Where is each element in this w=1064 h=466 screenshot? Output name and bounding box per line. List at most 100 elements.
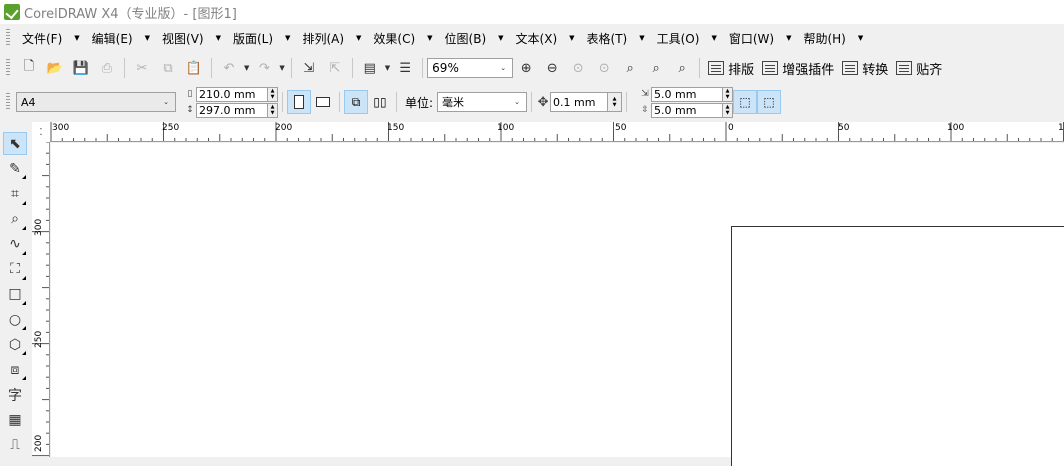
menu-text[interactable]: 文本(X) ▼ [510,27,581,49]
draw-bounding-button[interactable]: ⬚ [757,90,782,114]
zoom-in-icon[interactable]: ⊕ [515,57,537,79]
zoom-out-icon[interactable]: ⊖ [541,57,563,79]
pick-tool-icon[interactable]: ⬉ [3,132,27,156]
application-launcher-icon[interactable]: ▤ [359,57,381,79]
open-folder-icon[interactable]: 📂 [44,57,66,79]
zoom-page-icon[interactable]: ⌕ [619,57,641,79]
menu-help[interactable]: 帮助(H) ▼ [797,27,869,49]
zoom-page-height-icon[interactable]: ⌕ [671,57,693,79]
undo-icon[interactable]: ↶ [218,57,240,79]
menu-tools[interactable]: 工具(O) ▼ [651,27,723,49]
nudge-distance-input[interactable]: 0.1 mm [550,92,609,112]
chevron-down-icon: ⌄ [500,64,507,72]
plugin-icon [762,61,779,75]
drawing-canvas[interactable] [51,143,1064,466]
nudge-spinner[interactable]: ▲ ▼ [608,92,623,112]
crop-tool-icon[interactable]: ⌗ [3,182,27,205]
menubar-grip[interactable] [6,29,10,47]
landscape-button[interactable] [311,90,335,114]
vertical-ruler[interactable]: 300 250 200 [32,142,50,457]
polygon-tool-icon[interactable]: ⬡ [3,333,27,356]
zoom-all-objects-icon[interactable]: ⊙ [593,57,615,79]
dup-y-icon: ⇳ [641,105,649,115]
unit-select[interactable]: 毫米 ⌄ [437,92,528,112]
dup-y-spinner[interactable]: ▲ ▼ [723,102,734,118]
horizontal-ruler[interactable]: 300 250 200 150 100 50 0 50 100 1 [50,122,1064,142]
width-icon: ▯ [187,89,193,99]
plugin-button[interactable]: 增强插件 [758,57,838,79]
menu-window[interactable]: 窗口(W) ▼ [723,27,798,49]
current-page-button[interactable]: ▯▯ [368,90,392,114]
zoom-page-width-icon[interactable]: ⌕ [645,57,667,79]
all-pages-button[interactable]: ⧉ [344,90,368,114]
cut-icon[interactable]: ✂ [131,57,153,79]
redo-icon[interactable]: ↷ [253,57,275,79]
horizontal-ruler-ticks [50,122,1064,141]
snap-button[interactable]: 贴齐 [892,57,946,79]
export-icon[interactable]: ⇱ [324,57,346,79]
ellipse-tool-icon[interactable]: ○ [3,308,27,331]
width-spinner[interactable]: ▲ ▼ [268,86,278,102]
redo-dropdown-icon[interactable]: ▼ [279,64,284,72]
smart-fill-tool-icon[interactable]: ⛶ [3,258,27,281]
paper-size-select[interactable]: A4 ⌄ [16,92,176,112]
unit-label: 单位: [405,95,434,110]
undo-dropdown-icon[interactable]: ▼ [244,64,249,72]
height-spinner[interactable]: ▲ ▼ [268,102,278,118]
table-tool-icon[interactable]: ▦ [3,409,27,432]
print-icon[interactable]: ⎙ [96,57,118,79]
page-dimensions: ▯ 210.0 mm ▲ ▼ ↕ 297.0 mm ▲ ▼ [184,86,278,118]
menu-edit[interactable]: 编辑(E) ▼ [86,27,156,49]
convert-icon [842,61,859,75]
shape-tool-icon[interactable]: ✎ [3,157,27,180]
layout-button[interactable]: 排版 [704,57,758,79]
landscape-icon [316,97,330,107]
chevron-down-icon: ⌄ [163,98,169,106]
zoom-selected-icon[interactable]: ⊙ [567,57,589,79]
ruler-label: 250 [162,123,180,133]
ruler-label: 250 [34,330,44,348]
window-title: CorelDRAW X4（专业版）- [图形1] [24,6,237,22]
separator [339,92,340,112]
flyout-corner-icon [22,175,26,180]
portrait-button[interactable] [287,90,311,114]
standard-toolbar: 🗋 📂 💾 ⎙ ✂ ⧉ 📋 ↶ ▼ ↷ ▼ ⇲ ⇱ ▤ ▼ ☰ 69% ⌄ ⊕ ⊖… [0,54,1064,82]
dimension-tool-icon[interactable]: ⎍ [3,434,27,457]
zoom-level-select[interactable]: 69% ⌄ [427,58,514,78]
freehand-tool-icon[interactable]: ∿ [3,233,27,256]
all-pages-icon: ⧉ [351,94,361,109]
welcome-screen-icon[interactable]: ☰ [394,57,416,79]
menu-bitmaps[interactable]: 位图(B) ▼ [439,27,510,49]
page-height-input[interactable]: 297.0 mm [196,102,268,118]
treat-as-filled-button[interactable]: ⬚ [733,90,758,114]
copy-icon[interactable]: ⧉ [157,57,179,79]
menu-view[interactable]: 视图(V) ▼ [156,27,227,49]
dropdown-arrow-icon: ▼ [569,34,575,42]
launcher-dropdown-icon[interactable]: ▼ [385,64,390,72]
menu-table[interactable]: 表格(T) ▼ [581,27,651,49]
rectangle-tool-icon[interactable]: □ [3,283,27,306]
save-icon[interactable]: 💾 [70,57,92,79]
nudge-icon: ✥ [537,94,549,110]
new-document-icon[interactable]: 🗋 [18,57,40,79]
text-tool-icon[interactable]: 字 [3,383,27,406]
basic-shapes-tool-icon[interactable]: ⧈ [3,358,27,381]
menu-file[interactable]: 文件(F) ▼ [16,27,86,49]
menu-layout[interactable]: 版面(L) ▼ [227,27,296,49]
duplicate-x-input[interactable]: 5.0 mm [651,86,724,102]
ruler-origin[interactable]: ⁚ [32,122,50,142]
page-width-input[interactable]: 210.0 mm [196,86,268,102]
zoom-tool-icon[interactable]: ⌕ [3,208,27,231]
dup-x-spinner[interactable]: ▲ ▼ [723,86,734,102]
propbar-grip[interactable] [6,93,10,111]
menu-effects[interactable]: 效果(C) ▼ [367,27,438,49]
document-page[interactable] [731,226,1064,466]
convert-button[interactable]: 转换 [838,57,892,79]
toolbar-grip[interactable] [6,59,10,77]
duplicate-y-input[interactable]: 5.0 mm [651,102,724,118]
ruler-label: 0 [728,123,734,133]
menu-arrange[interactable]: 排列(A) ▼ [296,27,367,49]
dup-x-icon: ⇲ [641,89,649,99]
paste-icon[interactable]: 📋 [183,57,205,79]
import-icon[interactable]: ⇲ [298,57,320,79]
